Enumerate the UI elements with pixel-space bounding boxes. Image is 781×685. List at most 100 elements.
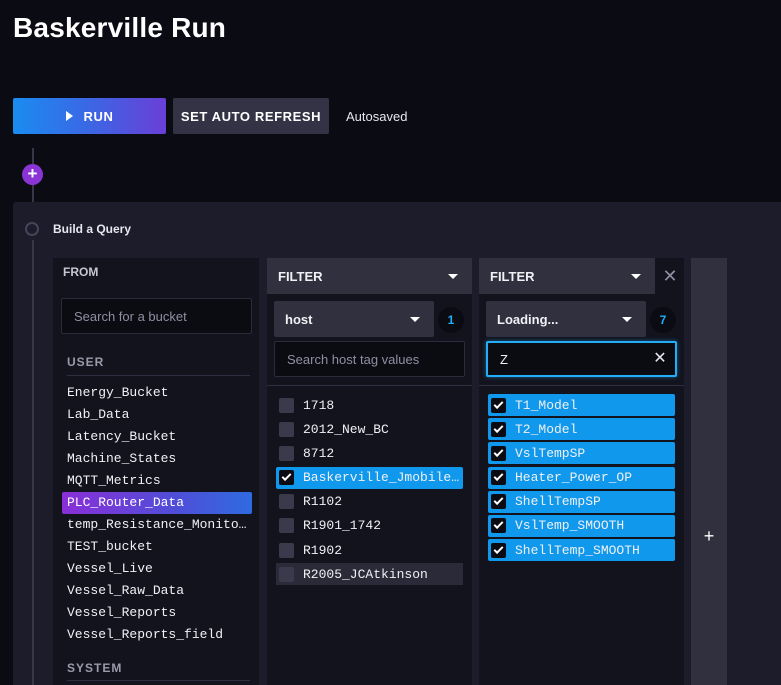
timeline-connector-lower <box>32 240 34 685</box>
checkbox[interactable] <box>279 470 294 486</box>
checkbox[interactable] <box>279 397 294 413</box>
checkbox[interactable] <box>491 542 506 558</box>
check-icon <box>493 543 504 554</box>
check-icon <box>493 447 504 457</box>
section-divider <box>67 680 250 681</box>
add-filter-button[interactable]: + <box>691 258 727 685</box>
bucket-item[interactable]: temp_Resistance_Monito… <box>62 514 252 536</box>
tag-value-item[interactable]: R2005_JCAtkinson <box>276 563 463 586</box>
list-divider <box>479 385 684 386</box>
section-label-system: SYSTEM <box>67 661 123 675</box>
checkbox[interactable] <box>279 421 294 437</box>
tag-value-list: T1_Model T2_Model VslTempSP Heater_Power_OP… <box>488 394 675 563</box>
tag-value-label: Baskerville_Jmobile… <box>303 470 460 486</box>
bucket-item[interactable]: Lab_Data <box>62 404 252 426</box>
from-card: FROM USER Energy_BucketLab_DataLatency_B… <box>53 258 259 685</box>
checkbox[interactable] <box>491 518 506 534</box>
check-icon <box>493 422 504 433</box>
bucket-item[interactable]: Latency_Bucket <box>62 426 252 448</box>
from-header: FROM <box>63 265 99 279</box>
tag-value-item[interactable]: ShellTempSP <box>488 490 675 513</box>
check-icon <box>281 471 292 482</box>
tag-key-select[interactable]: Loading... <box>486 301 646 337</box>
close-icon[interactable]: ✕ <box>659 265 681 287</box>
tag-value-item[interactable]: VslTempSP <box>488 442 675 465</box>
tag-key-label: host <box>285 311 313 327</box>
tag-value-item[interactable]: VslTemp_SMOOTH <box>488 514 675 537</box>
chevron-down-icon <box>631 274 641 279</box>
checkbox[interactable] <box>491 494 506 510</box>
checkbox[interactable] <box>491 445 506 461</box>
tag-value-item[interactable]: 8712 <box>276 442 463 464</box>
bucket-item[interactable]: Machine_States <box>62 448 252 470</box>
query-builder-title: Build a Query <box>53 222 132 236</box>
tag-value-item[interactable]: R1901_1742 <box>276 515 463 537</box>
bucket-item[interactable]: Vessel_Reports_field <box>62 624 252 646</box>
auto-refresh-label: SET AUTO REFRESH <box>180 108 322 124</box>
tag-key-select[interactable]: host <box>274 301 434 337</box>
tag-value-list: 1718 2012_New_BC 8712 Baskerville_Jmobile… R… <box>276 394 463 588</box>
tag-value-label: T2_Model <box>515 421 578 437</box>
tag-value-label: R2005_JCAtkinson <box>303 566 428 582</box>
bucket-item[interactable]: Vessel_Reports <box>62 602 252 624</box>
tag-value-label: VslTemp_SMOOTH <box>515 518 625 534</box>
bucket-item[interactable]: Energy_Bucket <box>62 382 252 404</box>
run-button-label: RUN <box>83 108 114 124</box>
checkbox[interactable] <box>279 445 294 461</box>
check-icon <box>493 471 504 482</box>
plus-icon: + <box>703 526 715 546</box>
tag-value-label: R1902 <box>303 542 343 558</box>
tag-value-item[interactable]: R1102 <box>276 491 463 513</box>
bucket-list: Energy_Bucket Lab_Data Latency_Bucket Machi… <box>62 382 252 646</box>
checkbox[interactable] <box>279 518 294 534</box>
play-icon <box>65 111 73 121</box>
bucket-item[interactable]: Vessel_Live <box>62 558 252 580</box>
bucket-search-input[interactable] <box>61 298 252 334</box>
run-button[interactable]: RUN <box>13 98 166 134</box>
bucket-item[interactable]: TEST_bucket <box>62 536 252 558</box>
filter-header-label: FILTER <box>490 268 535 284</box>
tag-value-item[interactable]: Baskerville_Jmobile… <box>276 466 463 489</box>
checkbox[interactable] <box>279 566 294 582</box>
list-divider <box>267 385 472 386</box>
checkbox[interactable] <box>279 494 294 510</box>
tag-value-label: 2012_New_BC <box>303 421 389 437</box>
set-auto-refresh-button[interactable]: SET AUTO REFRESH <box>173 98 329 134</box>
tag-value-search-input[interactable] <box>486 341 677 377</box>
tag-value-label: ShellTempSP <box>515 494 601 510</box>
chevron-down-icon <box>410 317 420 322</box>
tag-value-item[interactable]: Heater_Power_OP <box>488 466 675 489</box>
tag-value-item[interactable]: T2_Model <box>488 418 675 441</box>
bucket-item[interactable]: PLC_Router_Data <box>62 492 252 514</box>
toolbar: RUN SET AUTO REFRESH Autosaved <box>13 98 407 134</box>
section-label-user: USER <box>67 355 105 369</box>
autosave-status: Autosaved <box>346 108 408 124</box>
selected-count-badge: 7 <box>650 307 676 333</box>
section-divider <box>67 375 250 376</box>
clear-icon[interactable]: ✕ <box>650 347 670 371</box>
bucket-item[interactable]: MQTT_Metrics <box>62 470 252 492</box>
tag-value-label: VslTempSP <box>515 445 586 461</box>
bucket-item[interactable]: Vessel_Raw_Data <box>62 580 252 602</box>
tag-value-item[interactable]: T1_Model <box>488 394 675 416</box>
checkbox[interactable] <box>491 470 506 486</box>
checkbox[interactable] <box>491 421 506 437</box>
checkbox[interactable] <box>279 542 294 558</box>
tag-value-label: Heater_Power_OP <box>515 470 633 486</box>
tag-value-item[interactable]: 2012_New_BC <box>276 418 463 440</box>
tag-value-item[interactable]: 1718 <box>276 394 463 416</box>
filter-function-dropdown[interactable]: FILTER <box>479 258 655 294</box>
filter-function-dropdown[interactable]: FILTER <box>267 258 472 294</box>
checkbox[interactable] <box>491 397 506 413</box>
tag-value-item[interactable]: R1902 <box>276 539 463 561</box>
selected-count-badge: 1 <box>438 307 464 333</box>
tag-value-item[interactable]: ShellTemp_SMOOTH <box>488 539 675 562</box>
tag-value-label: ShellTemp_SMOOTH <box>515 542 640 558</box>
tag-key-label: Loading... <box>497 311 559 327</box>
chevron-down-icon <box>448 274 458 279</box>
tag-value-label: 8712 <box>303 445 335 461</box>
add-cell-button[interactable]: + <box>22 164 43 185</box>
filter-card: FILTER ✕ Loading... 7 ✕ T1_Model T2_Model… <box>479 258 684 685</box>
chevron-down-icon <box>622 317 632 322</box>
tag-value-search-input[interactable] <box>274 341 465 377</box>
